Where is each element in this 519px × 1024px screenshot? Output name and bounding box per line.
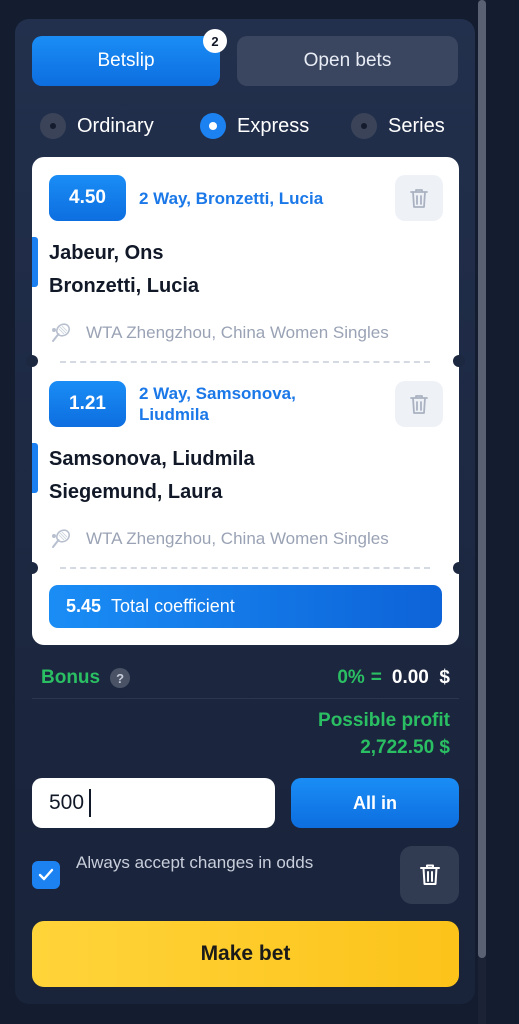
radio-express-indicator (200, 113, 226, 139)
bet-type-selector: Ordinary Express Series (0, 108, 519, 144)
bet-2-market: 2 Way, Samsonova, Liudmila (139, 383, 296, 425)
card-notch-right-1 (453, 355, 465, 367)
clear-betslip-button[interactable] (400, 846, 459, 904)
stake-input[interactable] (32, 778, 275, 828)
card-notch-right-2 (453, 562, 465, 574)
total-separator (60, 567, 430, 569)
bet-2-league: WTA Zhengzhou, China Women Singles (50, 528, 389, 550)
radio-series-indicator (351, 113, 377, 139)
bonus-row: Bonus ? 0% = 0.00 $ (41, 666, 450, 690)
radio-express-label: Express (237, 114, 310, 137)
bonus-divider (32, 698, 459, 699)
bet-1-accent-bar (32, 237, 38, 287)
checkmark-icon (38, 868, 54, 881)
bet-2-odds: 1.21 (49, 381, 126, 427)
bonus-percent: 0% (337, 667, 365, 688)
tab-open-bets-label: Open bets (303, 50, 392, 71)
bet-1-team-1: Jabeur, Ons (49, 242, 164, 264)
radio-express[interactable]: Express (200, 108, 309, 144)
all-in-button[interactable]: All in (291, 778, 459, 828)
make-bet-button[interactable]: Make bet (32, 921, 459, 987)
bet-1-league-text: WTA Zhengzhou, China Women Singles (86, 323, 389, 342)
bet-1-market: 2 Way, Bronzetti, Lucia (139, 189, 324, 208)
bonus-help-icon[interactable]: ? (110, 668, 131, 688)
bet-1-odds: 4.50 (49, 175, 126, 221)
total-coefficient-label: Total coefficient (111, 596, 235, 616)
radio-ordinary-label: Ordinary (77, 114, 154, 137)
bet-2-delete-button[interactable] (395, 381, 443, 427)
bet-2-league-text: WTA Zhengzhou, China Women Singles (86, 529, 389, 548)
card-notch-left-2 (26, 562, 38, 574)
radio-series[interactable]: Series (351, 108, 445, 144)
bonus-label: Bonus (41, 667, 101, 688)
radio-ordinary[interactable]: Ordinary (40, 108, 154, 144)
tennis-icon (52, 529, 70, 548)
accept-changes-checkbox[interactable] (32, 861, 60, 889)
bonus-value: 0% = 0.00 $ (337, 667, 450, 689)
tennis-icon (52, 323, 70, 342)
accept-changes-label[interactable]: Always accept changes in odds (76, 852, 346, 874)
tab-betslip-label: Betslip (97, 50, 155, 71)
bet-2-market-line-2: Liudmila (139, 405, 209, 424)
bet-1-team-2: Bronzetti, Lucia (49, 275, 200, 297)
possible-profit-label: Possible profit (318, 710, 450, 731)
tab-betslip[interactable]: Betslip (32, 36, 220, 86)
bonus-amount: 0.00 $ (391, 667, 450, 688)
bet-2-team-1: Samsonova, Liudmila (49, 448, 255, 470)
bet-2-team-2: Siegemund, Laura (49, 481, 223, 503)
bet-2-accent-bar (32, 443, 38, 493)
betslip-count-badge: 2 (203, 29, 227, 53)
trash-icon (419, 864, 440, 885)
text-caret (89, 789, 91, 817)
total-coefficient-bar: 5.45 Total coefficient (49, 585, 442, 628)
bet-1-delete-button[interactable] (395, 175, 443, 221)
tab-open-bets[interactable]: Open bets (237, 36, 458, 86)
radio-ordinary-indicator (40, 113, 66, 139)
radio-series-label: Series (388, 114, 445, 137)
bet-list-card: 4.50 2 Way, Bronzetti, Lucia Jabeur, Ons… (32, 157, 459, 645)
bet-1-league: WTA Zhengzhou, China Women Singles (50, 322, 389, 344)
trash-icon (410, 395, 428, 414)
bonus-equals: = (370, 667, 382, 688)
possible-profit-value: 2,722.50 $ (360, 737, 450, 758)
total-coefficient-value: 5.45 (66, 596, 102, 616)
card-notch-left-1 (26, 355, 38, 367)
trash-icon (410, 189, 428, 208)
bet-separator (60, 361, 430, 363)
bet-2-market-line-1: 2 Way, Samsonova, (139, 384, 296, 403)
